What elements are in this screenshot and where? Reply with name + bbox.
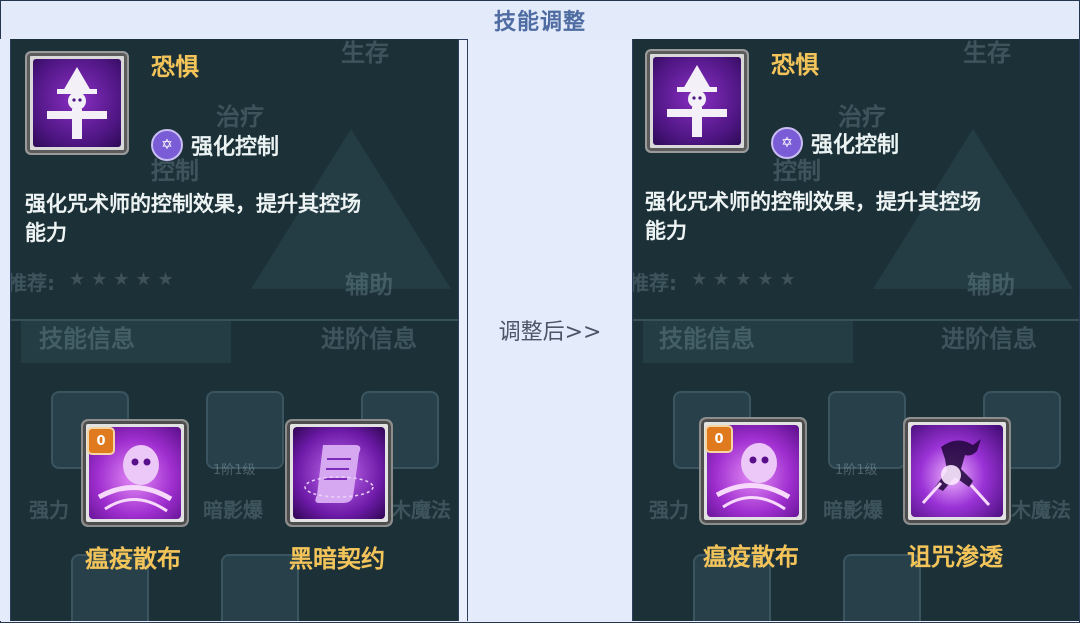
skill-description: 强化咒术师的控制效果，提升其控场 能力 — [645, 188, 981, 246]
bg-skill-fragment: 强力 — [29, 498, 69, 522]
zero-badge-icon: 0 — [705, 425, 733, 453]
plague-spread-icon[interactable]: 0 — [81, 419, 189, 527]
skill-tag: ✡ 强化控制 — [771, 127, 899, 159]
bg-tab-skill-info: 技能信息 — [659, 325, 755, 353]
bg-label-survive: 生存 — [963, 39, 1011, 67]
bg-tab-advance-info: 进阶信息 — [941, 325, 1037, 353]
subskill-name: 诅咒渗透 — [907, 543, 1003, 571]
bg-label-assist: 辅助 — [967, 271, 1015, 299]
scarecrow-skill-icon[interactable] — [645, 49, 749, 153]
left-margin — [0, 39, 10, 621]
bg-skill-fragment: 强力 — [649, 498, 689, 522]
subskill-name: 瘟疫散布 — [85, 545, 181, 573]
skill-tag: ✡ 强化控制 — [151, 129, 279, 161]
skill-description-line: 能力 — [645, 219, 687, 243]
bg-label-recommend: 推荐: — [632, 271, 677, 295]
skill-description-line: 强化咒术师的控制效果，提升其控场 — [645, 190, 981, 214]
bg-tab-advance-info: 进阶信息 — [321, 325, 417, 353]
arrow-divider: 调整后>> — [467, 39, 633, 621]
subskill-name: 黑暗契约 — [289, 545, 385, 573]
star-badge-icon: ✡ — [151, 129, 183, 161]
scarecrow-skill-icon[interactable] — [25, 51, 129, 155]
header-bar: 技能调整 — [1, 1, 1079, 40]
bg-label-survive: 生存 — [341, 39, 389, 67]
bg-stars: ★★★★★ — [69, 269, 180, 290]
skill-description-line: 强化咒术师的控制效果，提升其控场 — [25, 192, 361, 216]
bg-level-label: 1阶1级 — [213, 463, 256, 478]
dark-contract-icon[interactable] — [285, 419, 393, 527]
curse-infiltration-icon[interactable] — [903, 417, 1011, 525]
skill-tag-label: 强化控制 — [191, 135, 280, 160]
skill-description-line: 能力 — [25, 221, 67, 245]
bg-label-heal: 治疗 — [216, 103, 264, 131]
bg-skill-fragment: 木魔法 — [391, 498, 451, 522]
bg-level-label: 1阶1级 — [835, 463, 878, 478]
bg-skill-fragment: 暗影爆 — [203, 498, 263, 522]
page-title: 技能调整 — [493, 10, 586, 35]
bg-skill-tile — [828, 391, 906, 469]
bg-label-recommend: 推荐: — [10, 271, 55, 295]
skill-tag-label: 强化控制 — [811, 133, 900, 158]
bg-skill-tile — [206, 391, 284, 469]
skill-name: 恐惧 — [771, 51, 819, 79]
subskill-name: 瘟疫散布 — [703, 543, 799, 571]
bg-skill-fragment: 木魔法 — [1011, 498, 1071, 522]
star-badge-icon: ✡ — [771, 127, 803, 159]
before-panel: 生存 治疗 控制 推荐: ★★★★★ 辅助 技能信息 进阶信息 1阶1级 强力 … — [10, 39, 459, 621]
bg-tab-skill-info: 技能信息 — [39, 325, 135, 353]
plague-spread-icon[interactable]: 0 — [699, 417, 807, 525]
skill-name: 恐惧 — [151, 53, 199, 81]
zero-badge-icon: 0 — [87, 427, 115, 455]
after-adjustment-label: 调整后>> — [498, 320, 602, 345]
bg-label-assist: 辅助 — [345, 271, 393, 299]
bg-stars: ★★★★★ — [691, 269, 802, 290]
bg-skill-fragment: 暗影爆 — [823, 498, 883, 522]
after-panel: 生存 治疗 控制 推荐: ★★★★★ 辅助 技能信息 进阶信息 1阶1级 强力 … — [632, 39, 1080, 621]
skill-description: 强化咒术师的控制效果，提升其控场 能力 — [25, 190, 361, 248]
